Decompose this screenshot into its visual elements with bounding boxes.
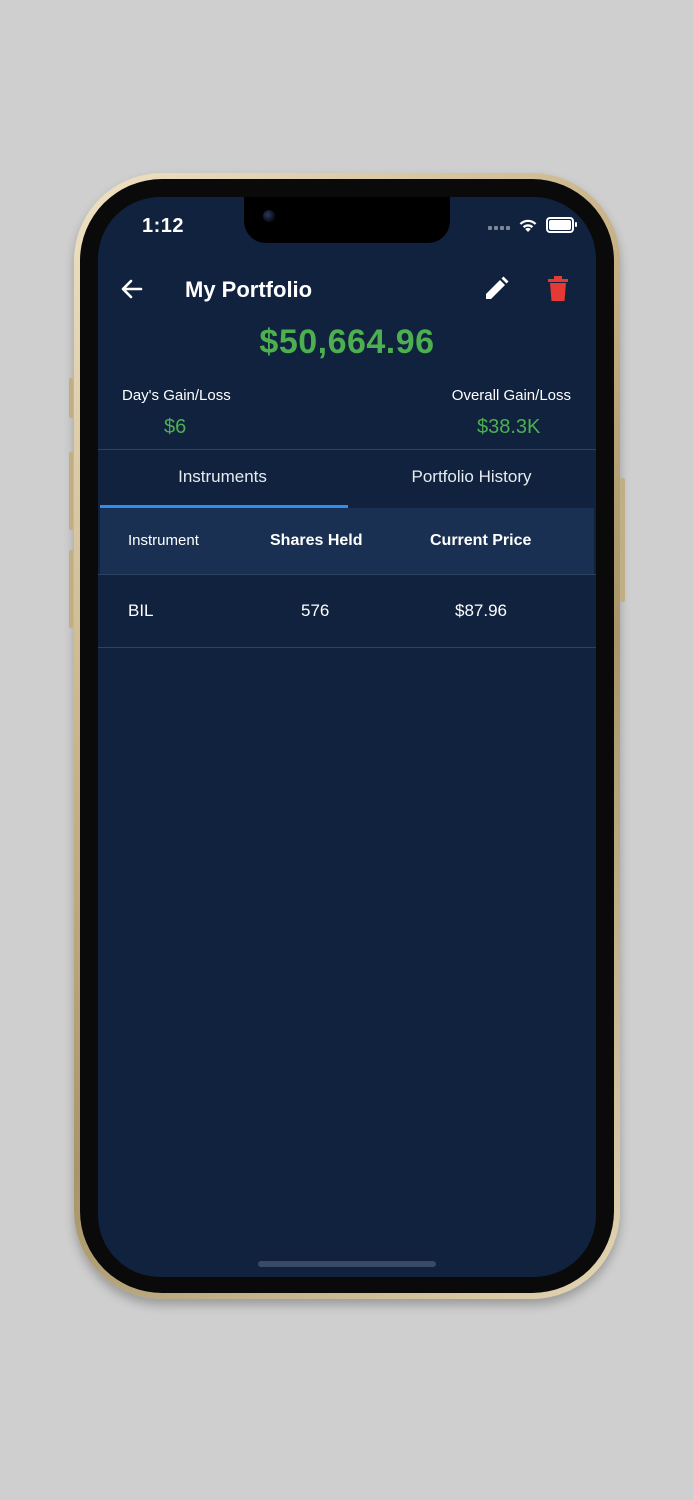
edit-button[interactable] [481,274,511,304]
page-title: My Portfolio [185,277,313,302]
overall-gain-value: $38.3K [477,416,541,438]
status-time: 1:12 [142,215,185,237]
notch [244,197,450,243]
app-screen: 1:12 My Portfolio $50,664.96 Day's Gain/… [98,197,596,1277]
days-gain-value: $6 [164,416,187,438]
home-indicator[interactable] [258,1261,436,1267]
column-header-shares-held[interactable]: Shares Held [270,532,362,550]
status-icons [488,217,577,233]
tab-instruments[interactable]: Instruments [98,450,347,508]
app-bar: My Portfolio [98,269,596,313]
pencil-icon [486,276,509,299]
cell-shares-held: 576 [301,601,330,620]
portfolio-total-value: $50,664.96 [259,323,435,361]
table-row[interactable]: BIL 576 $87.96 [100,575,594,646]
tab-bar: Instruments Portfolio History [98,450,596,508]
cell-current-price: $87.96 [455,601,507,620]
delete-button[interactable] [545,274,571,304]
cell-instrument: BIL [128,601,154,620]
phone-volume-up [69,452,73,530]
wifi-icon [519,219,537,232]
phone-volume-down [69,550,73,628]
row-divider [98,647,596,648]
tab-portfolio-history[interactable]: Portfolio History [347,450,596,508]
battery-icon [546,217,577,233]
cellular-signal-icon [488,220,510,230]
arrow-left-icon [121,279,143,299]
back-button[interactable] [118,275,146,303]
column-header-current-price[interactable]: Current Price [430,532,531,550]
overall-gain-label: Overall Gain/Loss [451,387,571,404]
column-header-instrument[interactable]: Instrument [128,532,199,549]
trash-icon [548,276,568,301]
phone-power-button [620,478,625,602]
table-header: Instrument Shares Held Current Price [100,508,594,574]
phone-silent-switch [69,378,73,418]
camera-icon [263,210,275,222]
days-gain-label: Day's Gain/Loss [122,387,231,404]
